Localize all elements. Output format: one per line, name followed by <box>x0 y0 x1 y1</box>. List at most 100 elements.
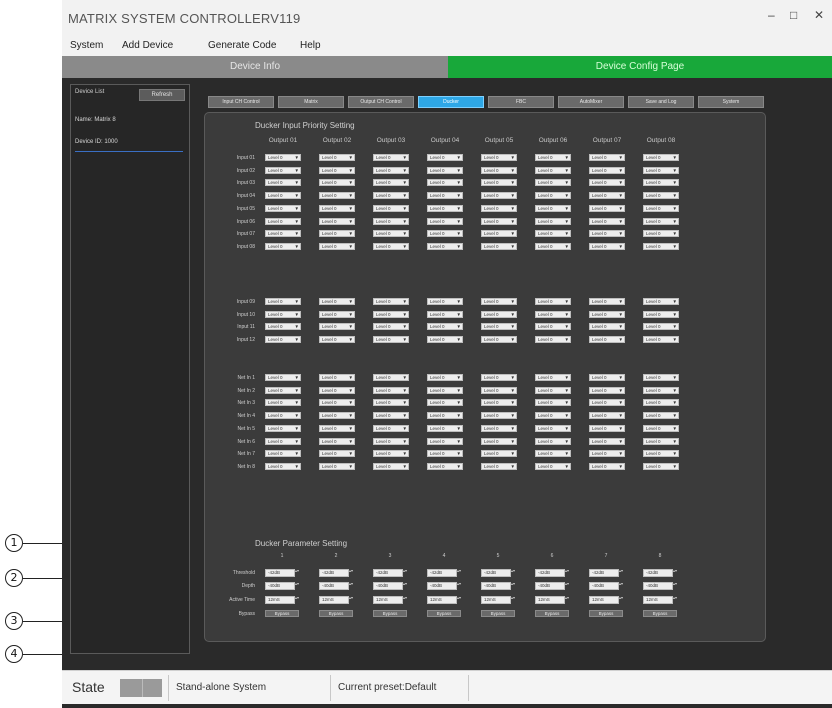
priority-level-select[interactable]: Level 0 ▼ <box>265 192 301 200</box>
chevron-down-icon[interactable]: ▼ <box>565 193 569 198</box>
chevron-down-icon[interactable]: ▼ <box>673 388 677 393</box>
priority-level-select[interactable]: Level 0 ▼ <box>589 242 625 250</box>
priority-level-select[interactable]: Level 0 ▼ <box>427 462 463 470</box>
priority-level-select[interactable]: Level 0 ▼ <box>373 166 409 174</box>
priority-level-select[interactable]: Level 0 ▼ <box>373 399 409 407</box>
chevron-down-icon[interactable]: ▼ <box>673 244 677 249</box>
priority-level-select[interactable]: Level 0 ▼ <box>589 217 625 225</box>
priority-level-select[interactable]: Level 0 ▼ <box>589 462 625 470</box>
priority-level-select[interactable]: Level 0 ▼ <box>319 204 355 212</box>
chevron-down-icon[interactable]: ▼ <box>295 426 299 431</box>
priority-level-select[interactable]: Level 0 ▼ <box>589 154 625 161</box>
priority-level-select[interactable]: Level 0 ▼ <box>589 310 625 318</box>
chevron-down-icon[interactable]: ▼ <box>673 193 677 198</box>
bypass-button[interactable]: Bypass <box>265 610 299 617</box>
depth-input[interactable]: -40dB ▴▾ <box>265 582 299 590</box>
tab-device-config-page[interactable]: Device Config Page <box>448 56 832 78</box>
active-time-input[interactable]: 12mS ▴▾ <box>481 596 515 604</box>
priority-level-select[interactable]: Level 0 ▼ <box>535 323 571 331</box>
minimize-icon[interactable]: – <box>768 8 775 22</box>
priority-level-select[interactable]: Level 0 ▼ <box>589 374 625 381</box>
priority-level-select[interactable]: Level 0 ▼ <box>427 204 463 212</box>
chevron-down-icon[interactable]: ▼ <box>619 312 623 317</box>
spinner-icon[interactable]: ▴▾ <box>565 582 569 590</box>
priority-level-select[interactable]: Level 0 ▼ <box>427 374 463 381</box>
priority-level-select[interactable]: Level 0 ▼ <box>643 323 679 331</box>
bypass-button[interactable]: Bypass <box>481 610 515 617</box>
priority-level-select[interactable]: Level 0 ▼ <box>265 399 301 407</box>
chevron-down-icon[interactable]: ▼ <box>349 206 353 211</box>
priority-level-select[interactable]: Level 0 ▼ <box>427 386 463 394</box>
priority-level-select[interactable]: Level 0 ▼ <box>589 336 625 344</box>
chevron-down-icon[interactable]: ▼ <box>403 426 407 431</box>
chevron-down-icon[interactable]: ▼ <box>295 219 299 224</box>
chevron-down-icon[interactable]: ▼ <box>619 375 623 380</box>
priority-level-select[interactable]: Level 0 ▼ <box>373 230 409 238</box>
chevron-down-icon[interactable]: ▼ <box>349 193 353 198</box>
priority-level-select[interactable]: Level 0 ▼ <box>643 424 679 432</box>
chevron-down-icon[interactable]: ▼ <box>403 231 407 236</box>
spinner-icon[interactable]: ▴▾ <box>349 596 353 604</box>
priority-level-select[interactable]: Level 0 ▼ <box>427 298 463 305</box>
depth-input[interactable]: -40dB ▴▾ <box>481 582 515 590</box>
priority-level-select[interactable]: Level 0 ▼ <box>535 336 571 344</box>
chevron-down-icon[interactable]: ▼ <box>673 400 677 405</box>
priority-level-select[interactable]: Level 0 ▼ <box>481 310 517 318</box>
priority-level-select[interactable]: Level 0 ▼ <box>643 166 679 174</box>
chevron-down-icon[interactable]: ▼ <box>619 388 623 393</box>
close-icon[interactable]: ✕ <box>814 8 824 22</box>
chevron-down-icon[interactable]: ▼ <box>457 464 461 469</box>
bypass-button[interactable]: Bypass <box>643 610 677 617</box>
priority-level-select[interactable]: Level 0 ▼ <box>535 412 571 420</box>
chevron-down-icon[interactable]: ▼ <box>403 413 407 418</box>
priority-level-select[interactable]: Level 0 ▼ <box>481 374 517 381</box>
priority-level-select[interactable]: Level 0 ▼ <box>535 374 571 381</box>
chevron-down-icon[interactable]: ▼ <box>349 400 353 405</box>
chevron-down-icon[interactable]: ▼ <box>295 231 299 236</box>
priority-level-select[interactable]: Level 0 ▼ <box>481 179 517 187</box>
spinner-icon[interactable]: ▴▾ <box>295 569 299 577</box>
menu-help[interactable]: Help <box>300 40 321 51</box>
spinner-icon[interactable]: ▴▾ <box>619 582 623 590</box>
priority-level-select[interactable]: Level 0 ▼ <box>589 192 625 200</box>
spinner-icon[interactable]: ▴▾ <box>457 596 461 604</box>
priority-level-select[interactable]: Level 0 ▼ <box>265 179 301 187</box>
priority-level-select[interactable]: Level 0 ▼ <box>481 450 517 458</box>
chevron-down-icon[interactable]: ▼ <box>457 244 461 249</box>
chevron-down-icon[interactable]: ▼ <box>511 451 515 456</box>
priority-level-select[interactable]: Level 0 ▼ <box>427 242 463 250</box>
priority-level-select[interactable]: Level 0 ▼ <box>535 298 571 305</box>
chevron-down-icon[interactable]: ▼ <box>619 180 623 185</box>
chevron-down-icon[interactable]: ▼ <box>673 168 677 173</box>
chevron-down-icon[interactable]: ▼ <box>619 193 623 198</box>
priority-level-select[interactable]: Level 0 ▼ <box>643 179 679 187</box>
priority-level-select[interactable]: Level 0 ▼ <box>373 462 409 470</box>
priority-level-select[interactable]: Level 0 ▼ <box>481 230 517 238</box>
chevron-down-icon[interactable]: ▼ <box>295 400 299 405</box>
chevron-down-icon[interactable]: ▼ <box>565 206 569 211</box>
tab-automixer[interactable]: AutoMixer <box>558 96 624 108</box>
priority-level-select[interactable]: Level 0 ▼ <box>373 450 409 458</box>
chevron-down-icon[interactable]: ▼ <box>511 231 515 236</box>
priority-level-select[interactable]: Level 0 ▼ <box>265 462 301 470</box>
depth-input[interactable]: -40dB ▴▾ <box>427 582 461 590</box>
priority-level-select[interactable]: Level 0 ▼ <box>643 386 679 394</box>
chevron-down-icon[interactable]: ▼ <box>403 180 407 185</box>
chevron-down-icon[interactable]: ▼ <box>295 193 299 198</box>
priority-level-select[interactable]: Level 0 ▼ <box>481 204 517 212</box>
chevron-down-icon[interactable]: ▼ <box>565 168 569 173</box>
chevron-down-icon[interactable]: ▼ <box>457 193 461 198</box>
menu-add-device[interactable]: Add Device <box>122 40 173 51</box>
chevron-down-icon[interactable]: ▼ <box>511 206 515 211</box>
chevron-down-icon[interactable]: ▼ <box>295 324 299 329</box>
chevron-down-icon[interactable]: ▼ <box>673 206 677 211</box>
spinner-icon[interactable]: ▴▾ <box>349 582 353 590</box>
chevron-down-icon[interactable]: ▼ <box>457 337 461 342</box>
chevron-down-icon[interactable]: ▼ <box>619 400 623 405</box>
priority-level-select[interactable]: Level 0 ▼ <box>589 230 625 238</box>
chevron-down-icon[interactable]: ▼ <box>673 375 677 380</box>
chevron-down-icon[interactable]: ▼ <box>565 439 569 444</box>
priority-level-select[interactable]: Level 0 ▼ <box>535 154 571 161</box>
threshold-input[interactable]: -42dB ▴▾ <box>643 569 677 577</box>
priority-level-select[interactable]: Level 0 ▼ <box>373 310 409 318</box>
